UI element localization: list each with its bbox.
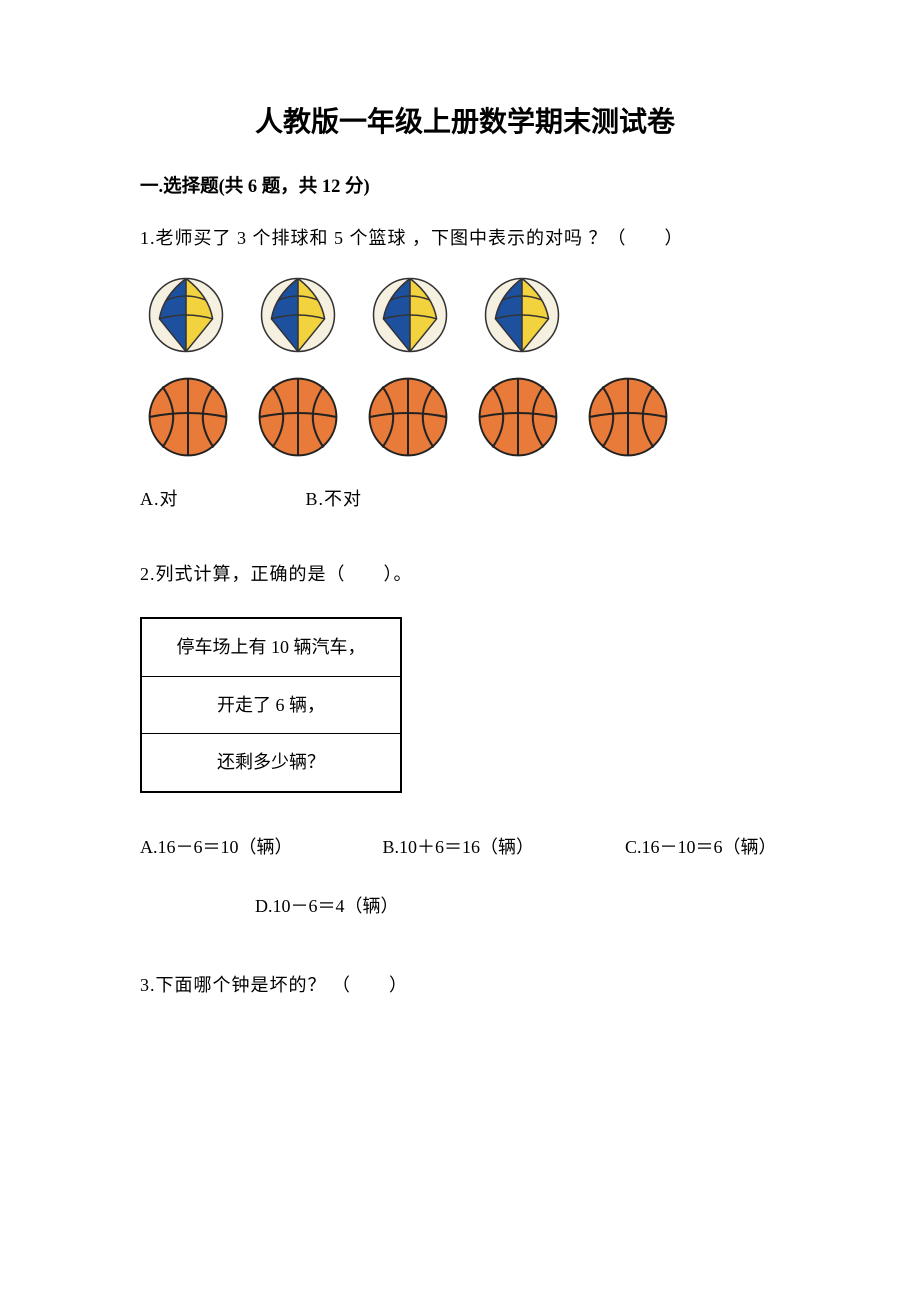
q1-text: 1.老师买了 3 个排球和 5 个篮球 ，下图中表示的对吗 ？（ ） <box>140 224 790 253</box>
q3-text: 3.下面哪个钟是坏的？ （ ） <box>140 971 790 1000</box>
q2-option-a: A.16－6＝10（辆） <box>140 833 378 862</box>
q2-text: 2.列式计算，正确的是（ ）。 <box>140 560 790 589</box>
volleyball-icon <box>372 277 448 353</box>
q2-box-row3: 还剩多少辆？ <box>142 734 400 791</box>
volleyball-icon <box>484 277 560 353</box>
basketball-icon <box>368 377 448 457</box>
q1-volleyballs-row <box>148 277 790 353</box>
basketball-icon <box>148 377 228 457</box>
q2-box-row1: 停车场上有 10 辆汽车， <box>142 619 400 677</box>
section-1-heading: 一.选择题(共 6 题，共 12 分) <box>140 173 790 203</box>
q2-box-row2: 开走了 6 辆， <box>142 677 400 735</box>
volleyball-icon <box>260 277 336 353</box>
q2-option-b: B.10＋6＝16（辆） <box>383 833 621 862</box>
q1-option-a: A.对 <box>140 485 300 514</box>
q1-basketballs-row <box>148 377 790 457</box>
basketball-icon <box>588 377 668 457</box>
q2-problem-box: 停车场上有 10 辆汽车， 开走了 6 辆， 还剩多少辆？ <box>140 617 402 793</box>
volleyball-icon <box>148 277 224 353</box>
q1-options: A.对 B.不对 <box>140 485 790 514</box>
q2-option-c: C.16－10＝6（辆） <box>625 833 777 862</box>
q1-option-b: B.不对 <box>306 485 363 514</box>
q2-options-row2: D.10－6＝4（辆） <box>140 892 790 921</box>
basketball-icon <box>478 377 558 457</box>
q2-option-d: D.10－6＝4（辆） <box>255 896 399 916</box>
basketball-icon <box>258 377 338 457</box>
q2-options-row1: A.16－6＝10（辆） B.10＋6＝16（辆） C.16－10＝6（辆） <box>140 833 790 862</box>
page-title: 人教版一年级上册数学期末测试卷 <box>140 100 790 145</box>
